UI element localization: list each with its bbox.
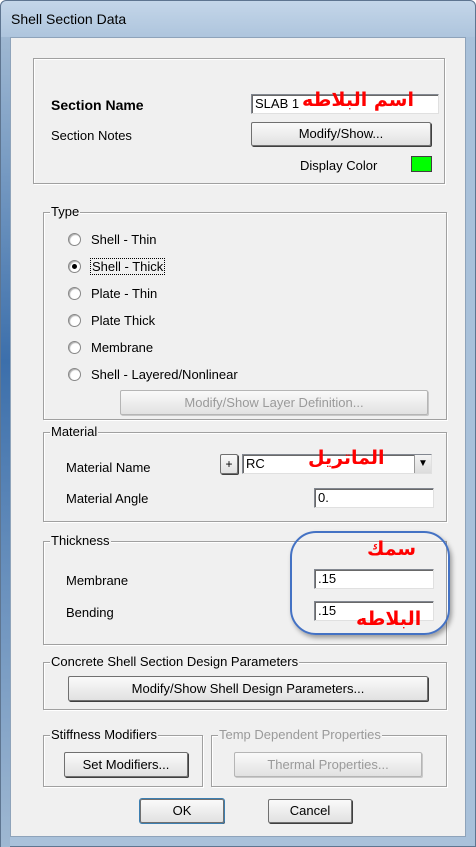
temp-group: Temp Dependent Properties Thermal Proper… [211, 727, 447, 787]
radio-shell-layered[interactable] [68, 368, 81, 381]
dialog-body: Section Name SLAB 1 اسم البلاطه Section … [10, 37, 466, 837]
section-name-value: SLAB 1 [255, 96, 300, 111]
type-group-label: Type [50, 204, 81, 219]
material-annotation: الماتريل [308, 447, 385, 469]
option-plate-thick-label: Plate Thick [91, 313, 156, 328]
option-membrane-label: Membrane [91, 340, 154, 355]
background-window-edge [1, 37, 10, 847]
thickness-annotation-top: سمك [367, 538, 417, 560]
set-modifiers-button[interactable]: Set Modifiers... [64, 752, 188, 777]
material-angle-label: Material Angle [66, 491, 149, 506]
thickness-group-label: Thickness [50, 533, 111, 548]
design-parameters-button[interactable]: Modify/Show Shell Design Parameters... [68, 676, 428, 701]
layer-definition-button[interactable]: Modify/Show Layer Definition... [120, 390, 428, 415]
design-group-label: Concrete Shell Section Design Parameters [50, 654, 300, 669]
section-name-annotation: اسم البلاطه [302, 89, 414, 111]
section-name-label: Section Name [51, 97, 144, 113]
section-notes-label: Section Notes [51, 128, 132, 143]
option-shell-layered-label: Shell - Layered/Nonlinear [91, 367, 238, 382]
radio-plate-thick[interactable] [68, 314, 81, 327]
stiffness-group: Stiffness Modifiers Set Modifiers... [43, 727, 203, 787]
radio-membrane[interactable] [68, 341, 81, 354]
material-group-label: Material [50, 424, 99, 439]
ok-button[interactable]: OK [139, 798, 225, 824]
display-color-label: Display Color [300, 158, 378, 173]
thickness-annotation-bottom: البلاطه [356, 608, 422, 630]
add-material-button[interactable]: + [220, 454, 238, 474]
section-group: Section Name SLAB 1 اسم البلاطه Section … [33, 58, 445, 184]
material-name-value: RC [246, 456, 265, 471]
option-shell-thin-label: Shell - Thin [91, 232, 157, 247]
type-group: Type Shell - Thin Shell - Thick Plate - … [43, 204, 447, 420]
title-bar[interactable]: Shell Section Data [1, 1, 475, 37]
stiffness-group-label: Stiffness Modifiers [50, 727, 158, 742]
design-group: Concrete Shell Section Design Parameters… [43, 654, 447, 710]
shell-section-dialog: Shell Section Data Section Name SLAB 1 ا… [0, 0, 476, 847]
radio-plate-thin[interactable] [68, 287, 81, 300]
material-angle-input[interactable]: 0. [314, 488, 434, 508]
thermal-properties-button[interactable]: Thermal Properties... [234, 752, 422, 777]
bending-label: Bending [66, 605, 114, 620]
material-angle-value: 0. [318, 490, 329, 505]
material-name-label: Material Name [66, 460, 151, 475]
cancel-button[interactable]: Cancel [268, 799, 352, 823]
chevron-down-icon[interactable]: ▼ [414, 455, 431, 473]
option-shell-thick-label: Shell - Thick [89, 258, 166, 275]
display-color-swatch[interactable] [411, 156, 432, 172]
notes-modify-show-button[interactable]: Modify/Show... [251, 122, 431, 146]
radio-shell-thick[interactable] [68, 260, 81, 273]
window-title: Shell Section Data [11, 11, 127, 27]
membrane-label: Membrane [66, 573, 129, 588]
temp-group-label: Temp Dependent Properties [218, 727, 382, 742]
material-group: Material Material Name + RC ▼ الماتريل M… [43, 424, 447, 522]
option-plate-thin-label: Plate - Thin [91, 286, 158, 301]
radio-shell-thin[interactable] [68, 233, 81, 246]
